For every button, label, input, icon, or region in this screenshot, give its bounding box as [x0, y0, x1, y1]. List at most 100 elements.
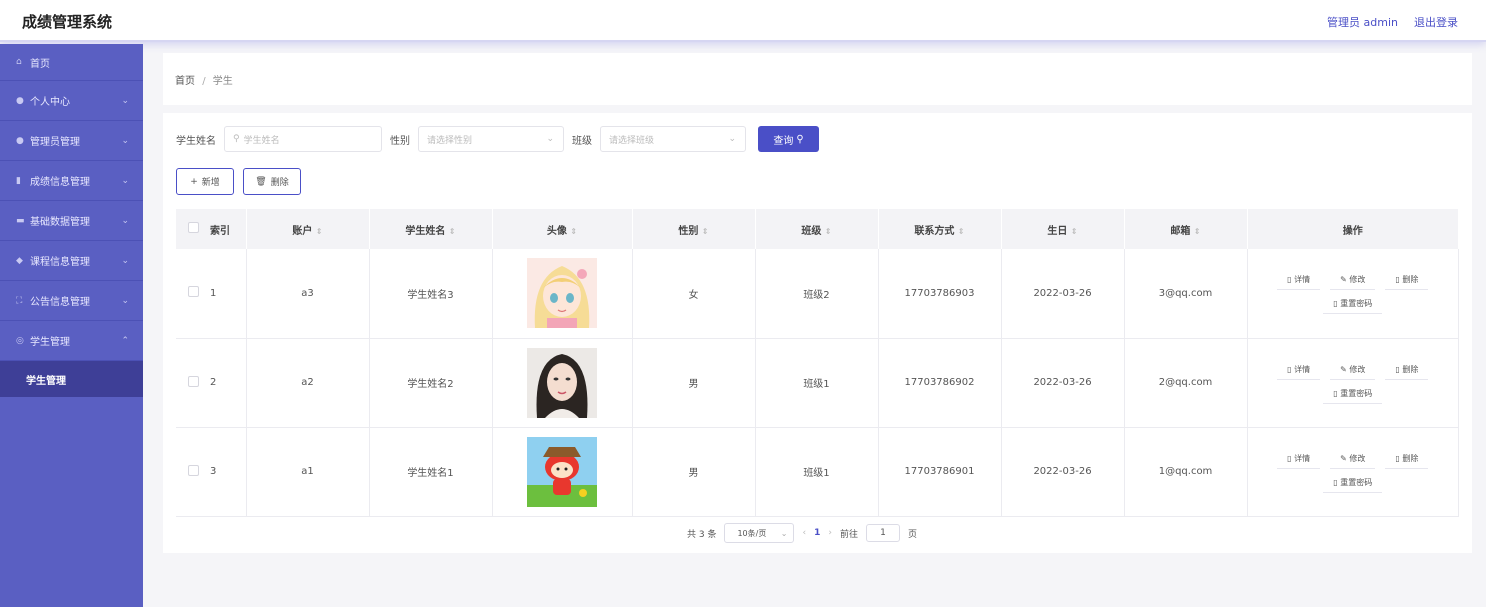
page-number[interactable]: 1	[814, 528, 820, 538]
avatar-cell	[492, 249, 633, 339]
column-header: 操作	[1247, 209, 1459, 249]
detail-label: 详情	[1294, 453, 1311, 463]
email-cell: 2@qq.com	[1124, 338, 1248, 428]
delete-label: 删除	[1402, 364, 1419, 374]
sidebar: ⌂ 首页 ● 个人中心 ⌄ ● 管理员管理 ⌄ ▮ 成绩信息管理 ⌄ ▬ 基础数…	[0, 44, 143, 607]
chevron-down-icon: ⌄	[121, 215, 129, 226]
row-checkbox[interactable]	[187, 464, 199, 476]
breadcrumb-separator: /	[202, 76, 206, 87]
column-header[interactable]: 头像 ⇕	[492, 209, 633, 249]
breadcrumb-card: 首页 / 学生	[163, 53, 1472, 105]
header-label: 头像	[546, 225, 567, 237]
edit-button[interactable]: ✎ 修改	[1330, 272, 1376, 291]
chevron-down-icon: ⌄	[728, 134, 736, 144]
pin-icon: ◆	[16, 255, 23, 266]
search-icon: ⚲	[796, 133, 804, 145]
sort-icon[interactable]: ⇕	[958, 227, 965, 236]
add-button[interactable]: + 新增	[176, 168, 234, 195]
sort-icon[interactable]: ⇕	[1071, 227, 1078, 236]
sidebar-item-label: 学生管理	[30, 337, 70, 348]
birthday-cell: 2022-03-26	[1001, 249, 1125, 339]
sidebar-item-courses[interactable]: ◆ 课程信息管理 ⌄	[0, 241, 143, 281]
select-all-header[interactable]	[176, 209, 210, 249]
edit-button[interactable]: ✎ 修改	[1330, 451, 1376, 469]
reset-password-button[interactable]: ▯ 重置密码	[1323, 296, 1383, 315]
column-header[interactable]: 学生姓名 ⇕	[369, 209, 493, 249]
chevron-down-icon: ⌄	[121, 255, 129, 266]
page-size-select[interactable]: 10条/页 ⌄	[724, 523, 795, 543]
column-header[interactable]: 邮箱 ⇕	[1124, 209, 1248, 249]
reset-password-button[interactable]: ▯ 重置密码	[1323, 475, 1383, 493]
next-page-button[interactable]: ›	[828, 528, 832, 538]
reset-password-label: 重置密码	[1340, 477, 1373, 487]
row-select-cell[interactable]	[176, 249, 210, 339]
column-header[interactable]: 班级 ⇕	[755, 209, 879, 249]
prev-page-button[interactable]: ‹	[802, 528, 806, 538]
class-cell: 班级2	[755, 249, 879, 339]
name-search-input[interactable]: ⚲ 学生姓名	[224, 126, 382, 152]
header-label: 性别	[678, 225, 699, 237]
account-cell: a2	[246, 338, 370, 428]
detail-button[interactable]: ▯ 详情	[1277, 451, 1321, 469]
delete-button[interactable]: ▯ 删除	[1385, 272, 1429, 291]
chevron-down-icon: ⌄	[546, 134, 554, 144]
row-actions: ▯ 详情 ✎ 修改 ▯ 删除 ▯ 重置密码	[1263, 451, 1443, 493]
sidebar-item-notices[interactable]: ⛶ 公告信息管理 ⌄	[0, 281, 143, 321]
sort-icon[interactable]: ⇕	[702, 227, 709, 236]
sort-icon[interactable]: ⇕	[449, 227, 456, 236]
row-select-cell[interactable]	[176, 338, 210, 428]
column-header[interactable]: 生日 ⇕	[1001, 209, 1125, 249]
sort-icon[interactable]: ⇕	[316, 227, 323, 236]
column-header[interactable]: 账户 ⇕	[246, 209, 370, 249]
name-search-placeholder: 学生姓名	[243, 135, 280, 146]
gender-select-placeholder: 请选择性别	[427, 135, 473, 146]
sort-icon[interactable]: ⇕	[1194, 227, 1201, 236]
user-icon: ●	[16, 135, 24, 146]
gender-filter-label: 性别	[390, 135, 410, 147]
sidebar-item-home[interactable]: ⌂ 首页	[0, 44, 143, 81]
reset-password-button[interactable]: ▯ 重置密码	[1323, 386, 1383, 404]
sidebar-item-students[interactable]: ◎ 学生管理 ⌃	[0, 321, 143, 361]
trash-icon: ▯	[1395, 275, 1400, 285]
row-checkbox[interactable]	[187, 375, 199, 387]
top-header: 成绩管理系统 管理员 admin 退出登录	[0, 0, 1486, 42]
database-icon: ▬	[16, 215, 25, 226]
sidebar-item-grades[interactable]: ▮ 成绩信息管理 ⌄	[0, 161, 143, 201]
column-header[interactable]: 联系方式 ⇕	[878, 209, 1002, 249]
class-select[interactable]: 请选择班级 ⌄	[600, 126, 746, 152]
batch-delete-button[interactable]: 🗑 删除	[243, 168, 301, 195]
plus-icon: +	[190, 176, 198, 187]
sort-icon[interactable]: ⇕	[570, 227, 577, 236]
table-row: 2 a2 学生姓名2 男 班级1 17703786902 2022-03-26 …	[176, 338, 1459, 428]
add-button-label: 新增	[201, 178, 220, 188]
avatar	[527, 258, 597, 329]
detail-button[interactable]: ▯ 详情	[1277, 272, 1321, 291]
current-user-label: 管理员 admin	[1327, 16, 1398, 29]
query-button-label: 查询	[773, 135, 794, 147]
query-button[interactable]: 查询 ⚲	[758, 126, 819, 152]
breadcrumb-current: 学生	[212, 76, 233, 87]
sort-icon[interactable]: ⇕	[825, 227, 832, 236]
edit-icon: ✎	[1340, 364, 1347, 374]
sidebar-item-profile[interactable]: ● 个人中心 ⌄	[0, 81, 143, 121]
delete-button[interactable]: ▯ 删除	[1385, 451, 1429, 469]
edit-label: 修改	[1349, 364, 1366, 374]
sidebar-subitem-student-management[interactable]: 学生管理	[0, 361, 143, 397]
select-all-checkbox[interactable]	[187, 222, 199, 233]
goto-page-input[interactable]: 1	[865, 524, 900, 542]
detail-button[interactable]: ▯ 详情	[1277, 362, 1321, 380]
row-checkbox[interactable]	[187, 286, 199, 298]
sidebar-item-label: 个人中心	[30, 97, 70, 108]
sidebar-item-basic-data[interactable]: ▬ 基础数据管理 ⌄	[0, 201, 143, 241]
trash-icon: ▯	[1395, 453, 1400, 463]
document-icon: ▯	[1333, 299, 1338, 309]
sidebar-item-admin[interactable]: ● 管理员管理 ⌄	[0, 121, 143, 161]
goto-label: 前往	[839, 529, 858, 540]
logout-link[interactable]: 退出登录	[1414, 14, 1458, 30]
breadcrumb-home[interactable]: 首页	[175, 76, 195, 87]
gender-select[interactable]: 请选择性别 ⌄	[418, 126, 564, 152]
delete-button[interactable]: ▯ 删除	[1385, 362, 1429, 380]
column-header[interactable]: 性别 ⇕	[632, 209, 756, 249]
row-select-cell[interactable]	[176, 427, 210, 517]
edit-button[interactable]: ✎ 修改	[1330, 362, 1376, 380]
